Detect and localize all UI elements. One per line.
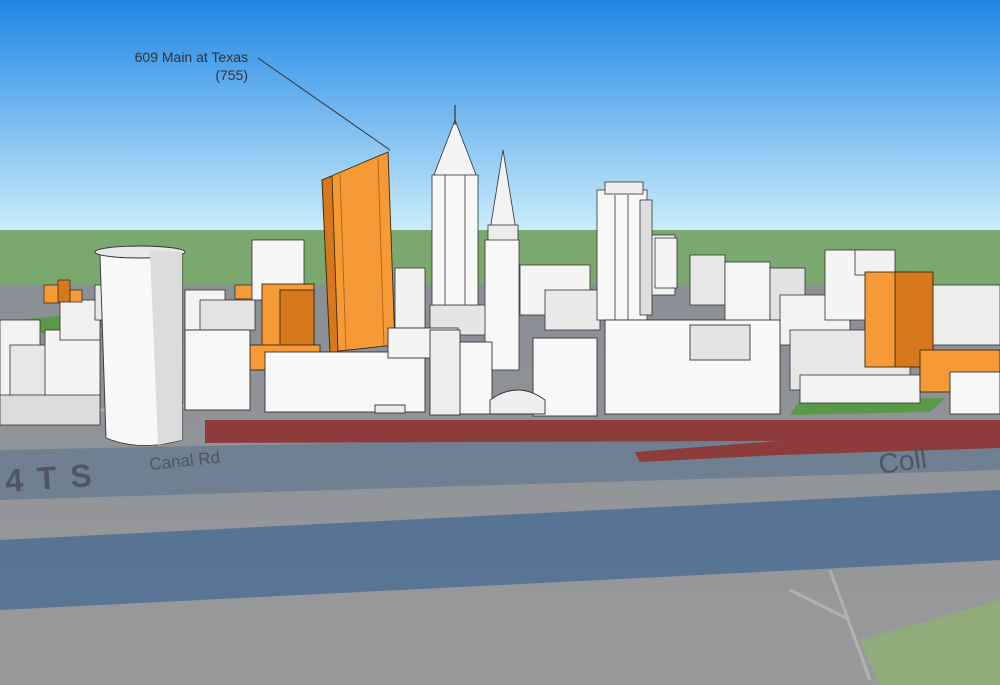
highway-label: 4TS [4, 456, 107, 499]
round-tower [94, 245, 186, 446]
city-model-svg: Canal Rd 4TS Coll [0, 0, 1000, 685]
tower-609-main[interactable] [321, 151, 396, 353]
callout-height: (755) [215, 67, 248, 83]
callout-title: 609 Main at Texas [134, 49, 248, 65]
building-callout: 609 Main at Texas (755) [80, 48, 248, 84]
sketchup-viewport[interactable]: Canal Rd 4TS Coll 609 Main at Texas (755… [0, 0, 1000, 685]
